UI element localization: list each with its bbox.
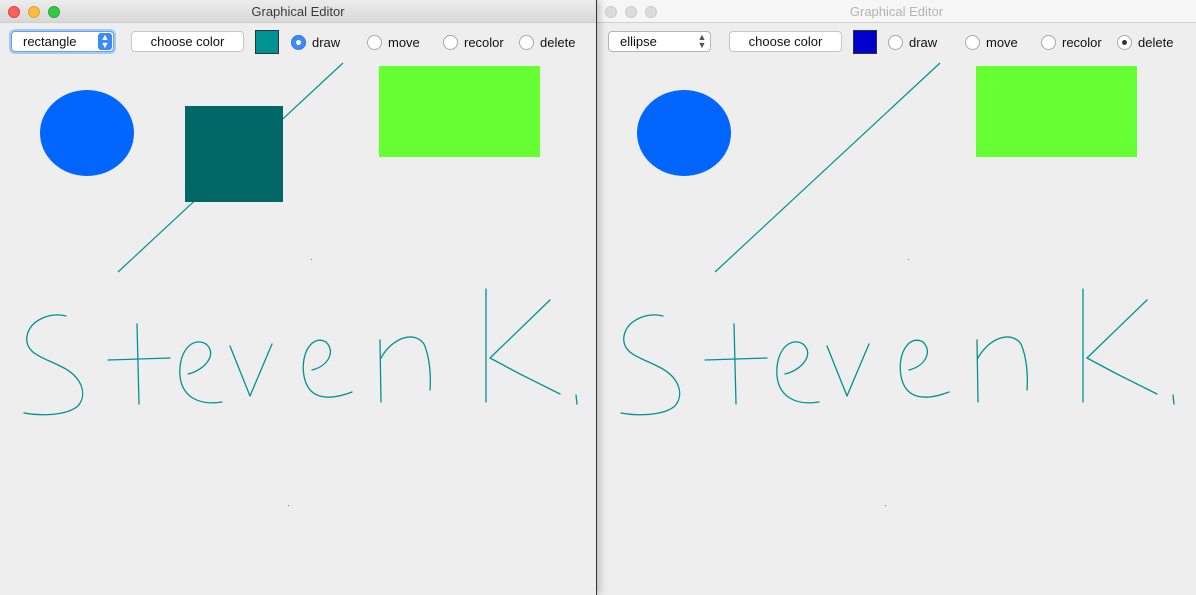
green-rectangle-shape[interactable] bbox=[379, 66, 540, 157]
mode-label: delete bbox=[1138, 35, 1174, 50]
choose-color-button[interactable]: choose color bbox=[729, 31, 842, 52]
editor-window-right: Graphical Editor ellipse ▲ ▼ choose color… bbox=[597, 0, 1196, 595]
mode-label: delete bbox=[540, 35, 576, 50]
close-window-icon[interactable] bbox=[605, 6, 617, 18]
current-color-swatch bbox=[853, 30, 877, 54]
freehand-signature-drawing[interactable] bbox=[620, 288, 1175, 416]
drawing-canvas[interactable] bbox=[597, 58, 1196, 595]
mode-label: draw bbox=[312, 35, 341, 50]
select-arrows-icon: ▲ ▼ bbox=[98, 33, 112, 50]
stray-dot bbox=[885, 505, 886, 506]
choose-color-button[interactable]: choose color bbox=[131, 31, 244, 52]
blue-ellipse-shape[interactable] bbox=[637, 90, 731, 176]
radio-selected-icon bbox=[1117, 35, 1132, 50]
radio-selected-icon bbox=[291, 35, 306, 50]
radio-unselected-icon bbox=[965, 35, 980, 50]
shape-type-select[interactable]: rectangle ▲ ▼ bbox=[11, 31, 114, 52]
mode-label: draw bbox=[909, 35, 938, 50]
drawing-canvas[interactable] bbox=[0, 58, 597, 595]
mode-label: recolor bbox=[1062, 35, 1102, 50]
dark-teal-rectangle-shape[interactable] bbox=[185, 106, 283, 202]
minimize-window-icon[interactable] bbox=[625, 6, 637, 18]
title-bar[interactable]: Graphical Editor bbox=[0, 0, 596, 23]
close-window-icon[interactable] bbox=[8, 6, 20, 18]
stray-dot bbox=[908, 259, 909, 260]
window-title: Graphical Editor bbox=[251, 4, 345, 19]
shape-type-value: ellipse bbox=[620, 34, 657, 49]
mode-label: move bbox=[986, 35, 1018, 50]
stray-dot bbox=[311, 259, 312, 260]
mode-label: recolor bbox=[464, 35, 504, 50]
radio-unselected-icon bbox=[367, 35, 382, 50]
freehand-signature-drawing[interactable] bbox=[23, 288, 578, 416]
zoom-window-icon[interactable] bbox=[48, 6, 60, 18]
window-title: Graphical Editor bbox=[849, 4, 944, 19]
select-arrows-icon: ▲ ▼ bbox=[697, 32, 707, 50]
zoom-window-icon[interactable] bbox=[645, 6, 657, 18]
radio-unselected-icon bbox=[1041, 35, 1056, 50]
radio-unselected-icon bbox=[443, 35, 458, 50]
stray-dot bbox=[288, 505, 289, 506]
mode-label: move bbox=[388, 35, 420, 50]
radio-unselected-icon bbox=[519, 35, 534, 50]
title-bar[interactable]: Graphical Editor bbox=[597, 0, 1196, 23]
blue-ellipse-shape[interactable] bbox=[40, 90, 134, 176]
current-color-swatch bbox=[255, 30, 279, 54]
editor-window-left: Graphical Editor rectangle ▲ ▼ choose col… bbox=[0, 0, 597, 595]
green-rectangle-shape[interactable] bbox=[976, 66, 1137, 157]
shape-type-select[interactable]: ellipse ▲ ▼ bbox=[608, 31, 711, 52]
minimize-window-icon[interactable] bbox=[28, 6, 40, 18]
radio-unselected-icon bbox=[888, 35, 903, 50]
teal-line-shape[interactable] bbox=[714, 62, 941, 273]
shape-type-value: rectangle bbox=[23, 34, 77, 49]
